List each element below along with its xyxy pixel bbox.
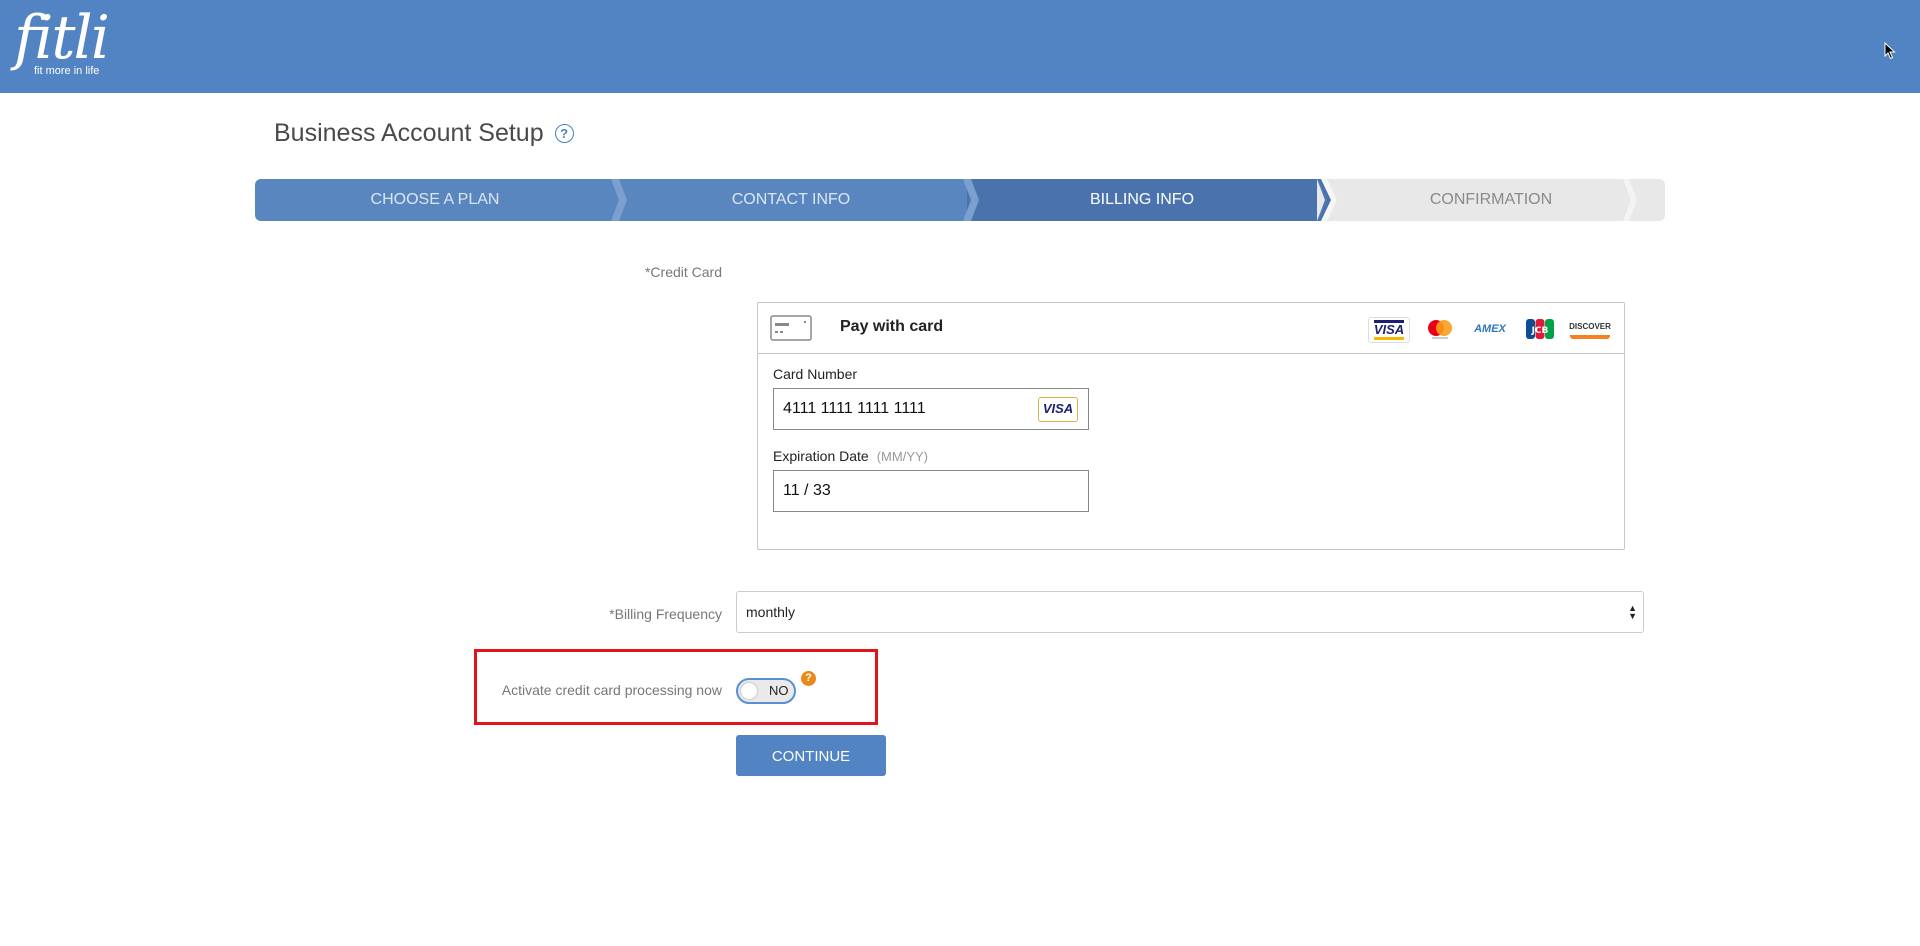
credit-card-label: *Credit Card bbox=[644, 264, 722, 280]
question-circle-icon[interactable]: ? bbox=[554, 123, 574, 143]
mouse-cursor-icon bbox=[1884, 42, 1896, 60]
expiration-format-hint: (MM/YY) bbox=[876, 449, 928, 464]
continue-button[interactable]: CONTINUE bbox=[736, 735, 886, 776]
expiration-date-label: Expiration Date (MM/YY) bbox=[773, 448, 928, 464]
billing-frequency-label: *Billing Frequency bbox=[609, 606, 722, 622]
step-label: CONTACT INFO bbox=[731, 191, 851, 208]
step-label: CONFIRMATION bbox=[1429, 191, 1553, 208]
pay-with-card-title: Pay with card bbox=[840, 318, 944, 335]
page-title: Business Account Setup ? bbox=[274, 118, 574, 148]
toggle-knob bbox=[741, 683, 757, 699]
step-choose-a-plan[interactable]: CHOOSE A PLAN bbox=[255, 179, 615, 221]
svg-text:JCB: JCB bbox=[1531, 326, 1549, 336]
logo-wordmark: fitli bbox=[14, 3, 110, 73]
card-brand-logos: VISA AMEX JCB DISCOVER bbox=[1368, 317, 1611, 343]
jcb-logo-icon: JCB bbox=[1520, 317, 1560, 341]
card-number-label: Card Number bbox=[773, 366, 858, 382]
step-label: CHOOSE A PLAN bbox=[370, 191, 500, 208]
billing-frequency-select[interactable]: monthly ▲ ▼ bbox=[736, 591, 1644, 633]
visa-logo-icon: VISA bbox=[1368, 317, 1410, 343]
card-type-visa-icon: VISA bbox=[1038, 397, 1078, 422]
card-number-input[interactable]: 4111 1111 1111 1111 VISA bbox=[773, 388, 1089, 430]
card-payment-box: Pay with card VISA AMEX JCB DISCOVER Car… bbox=[757, 302, 1625, 550]
amex-logo-icon: AMEX bbox=[1474, 323, 1506, 335]
step-billing-info[interactable]: BILLING INFO bbox=[967, 179, 1317, 221]
credit-card-icon bbox=[770, 315, 812, 341]
select-arrows-icon: ▲ ▼ bbox=[1628, 603, 1637, 621]
fitli-logo[interactable]: fitli fit more in life bbox=[14, 3, 110, 77]
billing-frequency-value: monthly bbox=[746, 604, 796, 620]
toggle-state-text: NO bbox=[769, 683, 789, 698]
page-title-text: Business Account Setup bbox=[274, 118, 544, 147]
step-contact-info[interactable]: CONTACT INFO bbox=[615, 179, 967, 221]
top-header: fitli fit more in life bbox=[0, 0, 1920, 93]
setup-steps: CHOOSE A PLAN CONTACT INFO BILLING INFO … bbox=[255, 179, 1665, 221]
expiration-date-input[interactable]: 11 / 33 bbox=[773, 470, 1089, 512]
question-help-icon[interactable]: ? bbox=[801, 671, 816, 686]
step-label: BILLING INFO bbox=[1089, 191, 1195, 208]
logo-tagline: fit more in life bbox=[34, 65, 100, 77]
discover-logo-icon: DISCOVER bbox=[1569, 317, 1611, 339]
step-confirmation[interactable]: CONFIRMATION bbox=[1317, 179, 1665, 221]
activate-processing-label: Activate credit card processing now bbox=[501, 682, 722, 698]
activate-processing-toggle[interactable]: NO bbox=[736, 678, 796, 704]
card-box-header: Pay with card VISA AMEX JCB DISCOVER bbox=[758, 303, 1624, 354]
mastercard-logo-icon bbox=[1420, 317, 1460, 341]
